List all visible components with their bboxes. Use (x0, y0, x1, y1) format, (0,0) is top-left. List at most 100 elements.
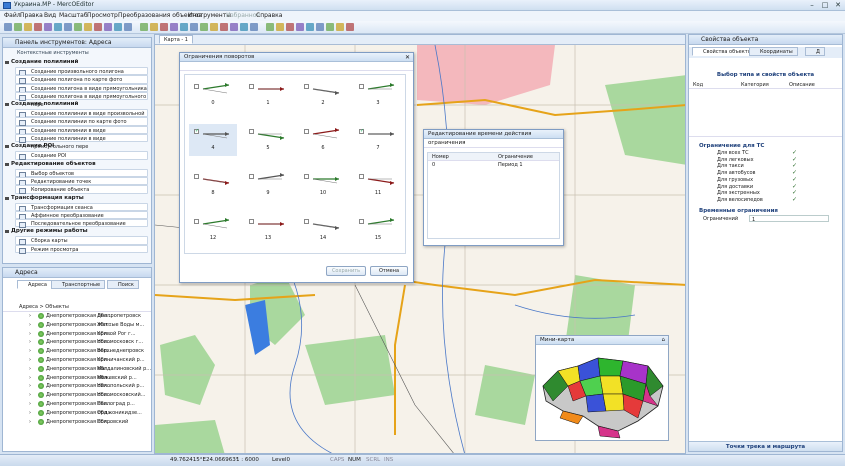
save-button[interactable]: Сохранить (326, 266, 366, 276)
list-item[interactable]: › Днепропетровская обл... Орджоникидзе... (3, 409, 151, 418)
restriction-checkbox[interactable] (304, 219, 309, 224)
table-row[interactable]: 0 Период 1 (428, 161, 559, 169)
expand-icon[interactable]: › (29, 365, 31, 374)
expand-icon[interactable]: › (29, 400, 31, 409)
list-item[interactable]: › Днепропетровская обл... Магдалиновский р… (3, 365, 151, 374)
expand-icon[interactable]: › (29, 312, 31, 321)
toolbar-icon[interactable] (220, 23, 228, 31)
tab-search[interactable]: Поиск (107, 280, 139, 289)
tool-section-header[interactable]: Редактирование объектов (3, 160, 151, 169)
menu-view[interactable]: Вид (44, 12, 56, 19)
tab-coordinates[interactable]: Координаты (749, 47, 798, 56)
turn-restriction-cell[interactable]: 2 (299, 79, 347, 111)
turn-restriction-cell[interactable]: 6 (299, 124, 347, 156)
toolbar-icon[interactable] (140, 23, 148, 31)
tool-item[interactable]: Создание полилинии в виде произвольной л… (15, 109, 148, 125)
list-item[interactable]: › Днепропетровская обл... Новомосковский..… (3, 391, 151, 400)
toolbar-icon[interactable] (44, 23, 52, 31)
menu-zoom[interactable]: Масштаб (59, 12, 88, 19)
turn-restriction-cell[interactable]: ✓ 7 (354, 124, 402, 156)
tool-item[interactable]: Аффинное преобразование (15, 210, 148, 221)
tool-item[interactable]: Выбор объектов (15, 168, 148, 179)
tool-item[interactable]: Редактирование точек (15, 176, 148, 187)
tool-item[interactable]: Создание полигона в виде прямоугольного … (15, 91, 148, 108)
tab-map-1[interactable]: Карта - 1 (159, 35, 193, 44)
turn-restriction-cell[interactable]: 8 (189, 169, 237, 201)
expand-icon[interactable]: › (29, 330, 31, 339)
restriction-checkbox[interactable] (304, 129, 309, 134)
restriction-checkbox[interactable] (249, 129, 254, 134)
tool-item[interactable]: Создание полилинии в виде прямоугольника (15, 125, 148, 142)
turn-restriction-cell[interactable]: 5 (244, 124, 292, 156)
tool-section-header[interactable]: Создание POI (3, 142, 151, 151)
tool-item[interactable]: Сборка карты (15, 236, 148, 246)
list-item[interactable]: › Днепропетровская обл... Желтые Воды м... (3, 321, 151, 330)
tool-item[interactable]: Создание полилинии в виде прямоугольного… (15, 134, 148, 150)
expand-icon[interactable]: › (29, 347, 31, 356)
list-item[interactable]: › Днепропетровская обл... Павлоград р... (3, 400, 151, 409)
tool-item[interactable]: Копирование объекта (15, 185, 148, 195)
expand-icon[interactable]: › (29, 418, 31, 427)
turn-restriction-cell[interactable]: ✓ 4 (189, 124, 237, 156)
menu-preview[interactable]: Просмотр (87, 12, 118, 19)
restriction-row[interactable]: Для велосипедов ✓ (689, 196, 836, 204)
toolbar-icon[interactable] (346, 23, 354, 31)
expand-icon[interactable]: › (29, 382, 31, 391)
tool-item[interactable]: Последовательное преобразование (15, 219, 148, 229)
restriction-checkbox[interactable] (194, 84, 199, 89)
tab-extra[interactable]: Д (805, 47, 825, 56)
toolbar-icon[interactable] (316, 23, 324, 31)
tool-item[interactable]: Создание полилинии по карте фото (15, 117, 148, 127)
tool-item[interactable]: Создание полигона в виде прямоугольника (15, 83, 148, 93)
turn-restriction-cell[interactable]: 14 (299, 214, 347, 246)
toolbar-icon[interactable] (200, 23, 208, 31)
tool-item[interactable]: Трансформация сеанса (15, 202, 148, 212)
toolbar-icon[interactable] (14, 23, 22, 31)
toolbar-icon[interactable] (240, 23, 248, 31)
list-item[interactable]: › Днепропетровская обл... Верхнеднепровск (3, 347, 151, 356)
menu-tools[interactable]: Инструменты (188, 12, 231, 19)
toolbar-icon[interactable] (266, 23, 274, 31)
toolbar-icon[interactable] (190, 23, 198, 31)
tool-section-header[interactable]: Другие режимы работы (3, 227, 151, 236)
toolbar-icon[interactable] (326, 23, 334, 31)
turn-restriction-cell[interactable]: 13 (244, 214, 292, 246)
turn-restriction-cell[interactable]: 15 (354, 214, 402, 246)
minimize-button[interactable]: – (806, 1, 818, 10)
toolbar-icon[interactable] (180, 23, 188, 31)
restriction-row[interactable]: Для доставки ✓ (689, 183, 836, 191)
turn-restriction-cell[interactable]: 3 (354, 79, 402, 111)
tool-item[interactable]: Создание произвольного полигона (15, 67, 148, 77)
toolbar-icon[interactable] (64, 23, 72, 31)
toolbar-icon[interactable] (210, 23, 218, 31)
menu-help[interactable]: Справка (256, 12, 282, 19)
expand-icon[interactable]: › (29, 356, 31, 365)
properties-type-list[interactable] (689, 89, 842, 137)
restriction-row[interactable]: Для автобусов ✓ (689, 170, 836, 177)
turn-restriction-cell[interactable]: 11 (354, 169, 402, 201)
tab-addresses[interactable]: Адреса (17, 280, 52, 289)
list-item[interactable]: › Днепропетровская обл... Кривой Рог г... (3, 330, 151, 339)
tab-transport[interactable]: Транспортные (51, 280, 106, 289)
list-item[interactable]: › Днепропетровская обл... Новомосковск г..… (3, 338, 151, 347)
pin-icon[interactable]: ⌂ (662, 336, 666, 345)
toolbar-icon[interactable] (336, 23, 344, 31)
turn-restriction-cell[interactable]: 12 (189, 214, 237, 246)
restriction-checkbox[interactable] (249, 84, 254, 89)
tool-section-header[interactable]: Создание полилиний (3, 100, 151, 109)
list-item[interactable]: › Днепропетровская обл... Межевский р... (3, 374, 151, 383)
toolbar-icon[interactable] (54, 23, 62, 31)
cancel-button[interactable]: Отмена (370, 266, 408, 276)
expand-icon[interactable]: › (29, 321, 31, 330)
toolbar-icon[interactable] (170, 23, 178, 31)
tool-section-header[interactable]: Трансформация карты (3, 194, 151, 203)
toolbar-icon[interactable] (250, 23, 258, 31)
restriction-row[interactable]: Для экстренных ✓ (689, 190, 836, 197)
restriction-checkbox[interactable] (304, 174, 309, 179)
tool-item[interactable]: Создание POI (15, 151, 148, 161)
toolbar-icon[interactable] (124, 23, 132, 31)
restriction-row[interactable]: Для такси ✓ (689, 163, 836, 170)
list-item[interactable]: › Днепропетровская обл... Криничанский р..… (3, 356, 151, 365)
turn-restriction-cell[interactable]: 9 (244, 169, 292, 201)
menu-edit[interactable]: Правка (20, 12, 43, 19)
